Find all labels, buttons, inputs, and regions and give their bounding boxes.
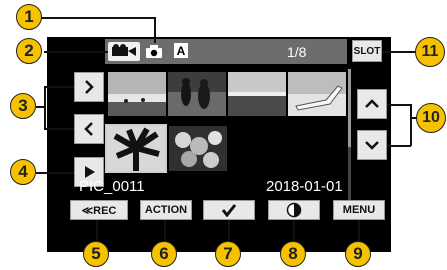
file-name: PIC_0011 <box>79 178 145 195</box>
prev-page-button[interactable] <box>74 114 104 144</box>
file-date: 2018-01-01 <box>266 178 343 195</box>
callout-1: 1 <box>16 4 42 30</box>
callout-10: 10 <box>416 103 446 133</box>
callout-6: 6 <box>151 241 177 267</box>
leader-line-3b <box>44 86 46 129</box>
auto-mode-badge: A <box>174 43 188 58</box>
action-button[interactable]: ACTION <box>140 200 192 220</box>
leader-line-10b <box>410 104 412 146</box>
leader-line-3d <box>36 106 45 108</box>
leader-line-1 <box>29 17 155 19</box>
scroll-up-button[interactable] <box>357 89 387 119</box>
callout-4: 4 <box>10 159 36 185</box>
callout-9: 9 <box>345 241 371 267</box>
thumbnail-sunset[interactable] <box>228 72 286 116</box>
callout-11: 11 <box>415 37 445 67</box>
chevron-right-icon <box>85 80 94 94</box>
checkmark-icon <box>221 204 237 217</box>
leader-line-4 <box>36 172 74 174</box>
thumbnail-beach[interactable] <box>108 72 166 116</box>
thumbnail-people[interactable] <box>168 72 226 116</box>
leader-line-1b <box>154 17 156 43</box>
chevron-left-icon <box>84 122 93 136</box>
callout-8: 8 <box>280 241 306 267</box>
leader-line-5 <box>96 220 98 243</box>
callout-5: 5 <box>83 241 109 267</box>
check-button[interactable] <box>203 200 255 220</box>
thumbnail-lounge-chair[interactable] <box>288 72 346 116</box>
slot-button[interactable]: SLOT <box>352 40 382 62</box>
leader-line-10c <box>387 145 411 147</box>
callout-2: 2 <box>16 38 42 64</box>
chevron-down-icon <box>365 141 379 150</box>
half-circle-icon <box>286 202 302 218</box>
next-page-button[interactable] <box>74 72 104 102</box>
image-counter: 1/8 <box>287 44 307 60</box>
leader-line-8 <box>293 220 295 243</box>
menu-button[interactable]: MENU <box>333 200 385 220</box>
callout-3: 3 <box>10 93 36 119</box>
rec-button[interactable]: ≪REC <box>70 200 128 220</box>
leader-line-6 <box>164 220 166 243</box>
callout-7: 7 <box>215 241 241 267</box>
leader-line-9 <box>358 220 360 243</box>
thumbnail-flowers[interactable] <box>169 126 227 171</box>
thumbnail-palm[interactable] <box>107 126 165 171</box>
chevron-up-icon <box>365 99 379 108</box>
leader-line-2 <box>44 51 108 53</box>
info-toggle-button[interactable] <box>268 200 320 220</box>
leader-line-3 <box>44 86 74 88</box>
scroll-down-button[interactable] <box>357 130 387 160</box>
leader-line-10 <box>387 104 411 106</box>
leader-line-3c <box>44 128 74 130</box>
leader-line-7 <box>228 220 230 243</box>
camera-mode-icon[interactable] <box>145 44 163 59</box>
status-bar <box>105 39 347 64</box>
scroll-thumb[interactable] <box>348 69 351 147</box>
video-mode-icon[interactable] <box>108 42 140 61</box>
leader-line-11 <box>382 51 418 53</box>
